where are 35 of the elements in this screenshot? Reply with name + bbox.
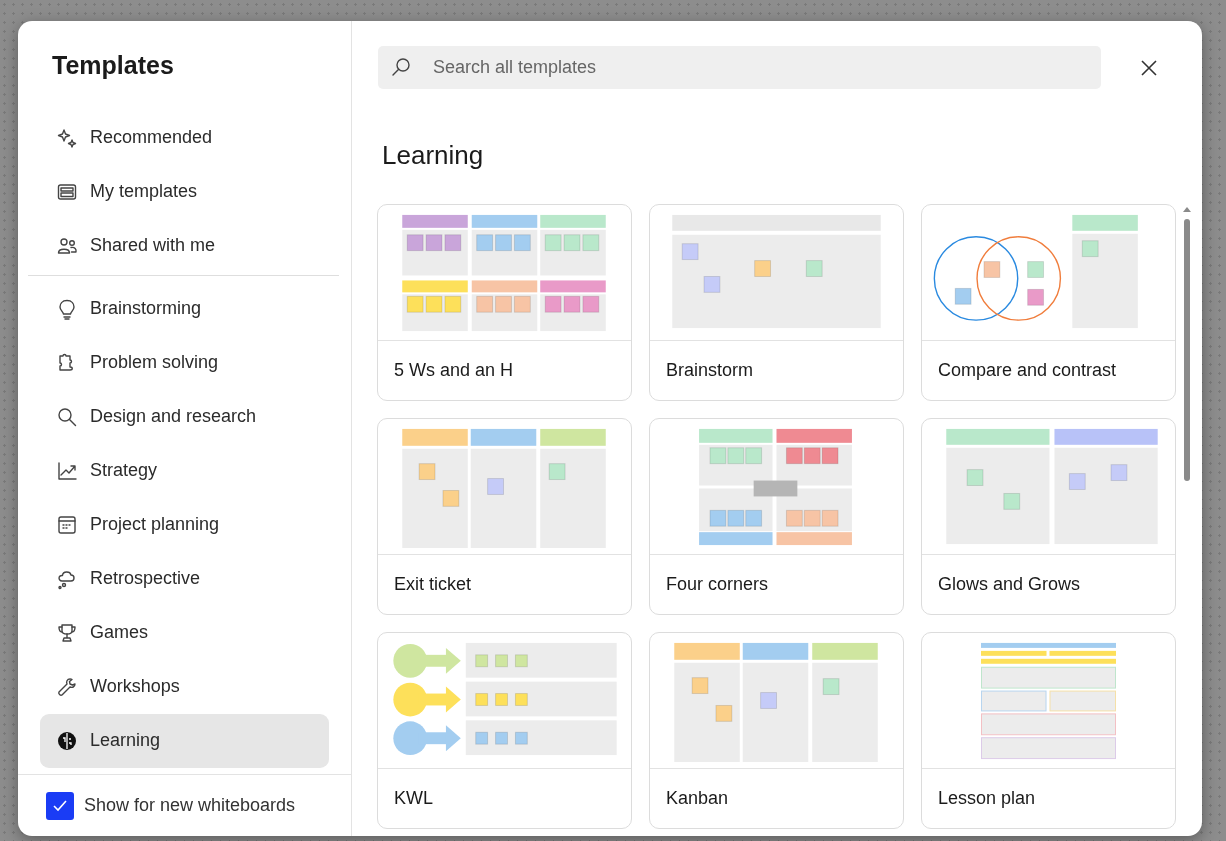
sidebar-item[interactable]: Problem solving	[40, 335, 329, 390]
sidebar-item[interactable]: Retrospective	[40, 551, 329, 606]
checkbox[interactable]	[46, 791, 74, 820]
close-icon	[1140, 58, 1158, 77]
template-card[interactable]: Four corners	[649, 418, 904, 615]
template-card[interactable]: 5 Ws and an H	[377, 204, 632, 401]
template-card[interactable]: Brainstorm	[649, 204, 904, 401]
sidebar-item[interactable]: Project planning	[40, 497, 329, 552]
sidebar-item[interactable]: Workshops	[40, 659, 329, 714]
sidebar-item[interactable]: Learning	[40, 713, 329, 768]
wrench-icon	[56, 675, 78, 698]
trophy-icon	[56, 621, 78, 644]
checkbox-label: Show for new whiteboards	[84, 794, 296, 817]
sidebar-item[interactable]: Brainstorming	[40, 281, 329, 336]
sidebar-title: Templates	[52, 50, 175, 81]
search-icon	[390, 56, 412, 78]
sidebar-item[interactable]: Design and research	[40, 389, 329, 444]
template-card[interactable]: Kanban	[649, 632, 904, 829]
sidebar-item[interactable]: My templates	[40, 164, 329, 219]
sidebar-item[interactable]: Games	[40, 605, 329, 660]
template-card[interactable]: Exit ticket	[377, 418, 632, 615]
template-card[interactable]: Lesson plan	[921, 632, 1176, 829]
search-icon	[56, 405, 78, 428]
sidebar-item[interactable]: Recommended	[40, 110, 329, 165]
chart-line-icon	[56, 459, 78, 482]
template-card[interactable]: Glows and Grows	[921, 418, 1176, 615]
template-card[interactable]: KWL	[377, 632, 632, 829]
template-card[interactable]: Compare and contrast	[921, 204, 1176, 401]
sparkle-icon	[56, 126, 78, 149]
section-heading: Learning	[382, 139, 485, 172]
lightbulb-icon	[56, 297, 78, 320]
sidebar-item[interactable]: Strategy	[40, 443, 329, 498]
sidebar-item[interactable]: Shared with me	[40, 218, 329, 273]
calendar-icon	[56, 513, 78, 536]
search-field[interactable]: Search all templates	[378, 46, 1101, 89]
